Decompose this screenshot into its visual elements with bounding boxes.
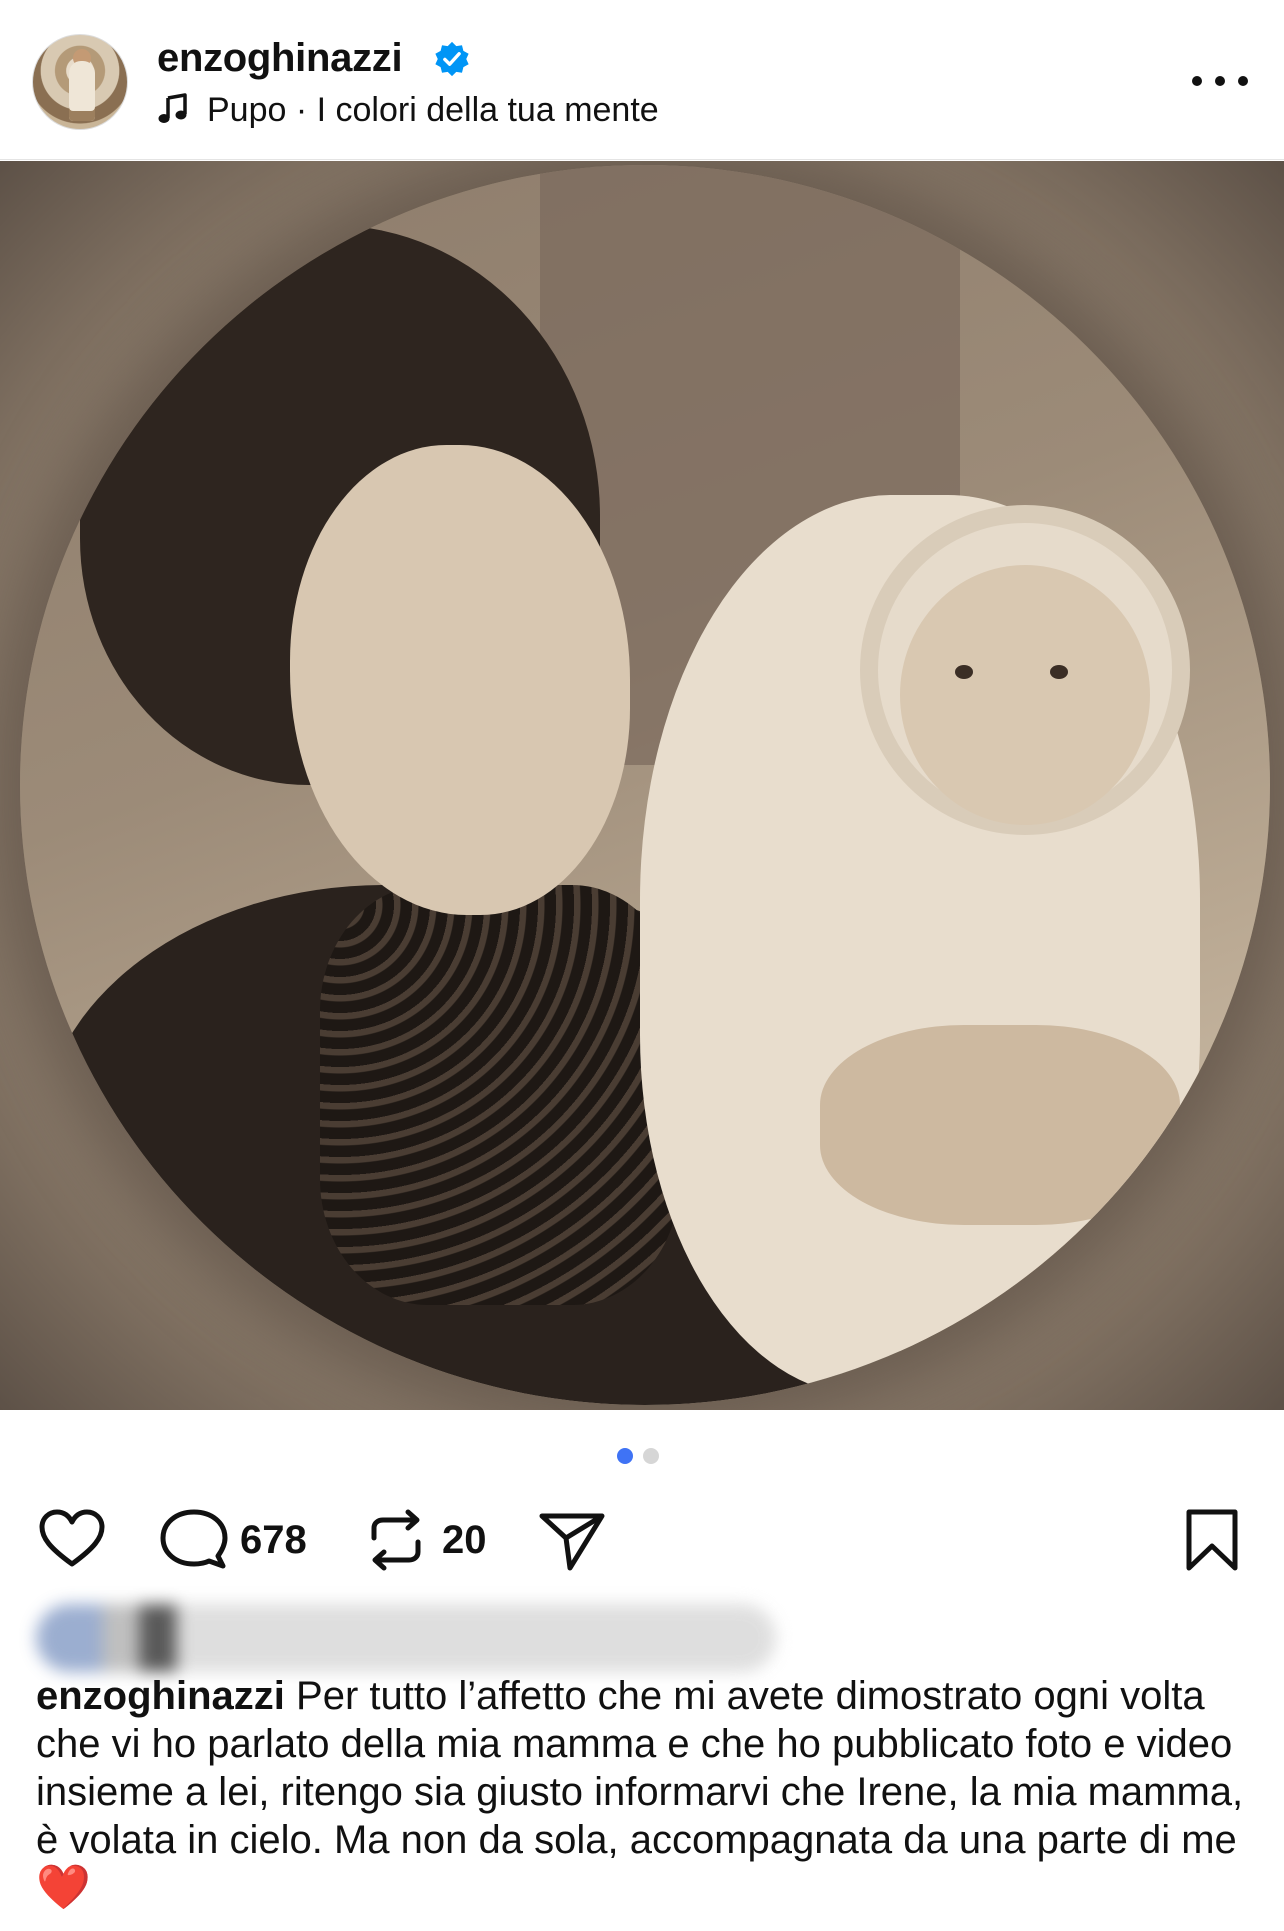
avatar-figure	[69, 61, 95, 121]
share-button[interactable]	[536, 1500, 608, 1580]
bookmark-icon	[1186, 1509, 1238, 1571]
vintage-photo-mother-and-baby	[20, 165, 1270, 1405]
liked-by-row[interactable]	[36, 1604, 776, 1674]
heart-icon	[39, 1509, 105, 1567]
photo-baby-eye	[1050, 665, 1068, 679]
share-icon	[539, 1513, 605, 1571]
photo-face	[290, 445, 630, 915]
post-caption: enzoghinazzi Per tutto l’affetto che mi …	[36, 1672, 1256, 1913]
repost-button[interactable]: 20	[360, 1500, 487, 1580]
caption-username[interactable]: enzoghinazzi	[36, 1674, 285, 1718]
repost-count: 20	[442, 1517, 487, 1562]
photo-hands	[820, 1025, 1180, 1225]
more-dot	[1192, 76, 1202, 86]
photo-baby-eye	[955, 665, 973, 679]
comment-button[interactable]: 678	[158, 1500, 307, 1580]
more-options-icon[interactable]	[1192, 66, 1248, 96]
repost-icon	[371, 1509, 421, 1571]
post-username[interactable]: enzoghinazzi	[157, 36, 403, 81]
comment-count: 678	[240, 1517, 307, 1562]
action-bar: 678 20	[0, 1500, 1284, 1580]
carousel-dot-active	[617, 1448, 633, 1464]
liked-by-blurred	[36, 1604, 776, 1672]
photo-collar	[320, 885, 680, 1305]
post-media[interactable]	[0, 161, 1284, 1410]
post-header: enzoghinazzi Pupo · I colori della tua m…	[0, 0, 1284, 160]
photo-baby-face	[900, 565, 1150, 825]
carousel-dot	[643, 1448, 659, 1464]
music-track[interactable]: Pupo · I colori della tua mente	[207, 91, 659, 130]
comment-icon	[160, 1509, 228, 1569]
verified-badge-icon	[435, 41, 469, 77]
music-note-icon	[158, 93, 187, 123]
more-dot	[1215, 76, 1225, 86]
heart-emoji: ❤️	[36, 1863, 91, 1912]
more-dot	[1238, 76, 1248, 86]
avatar[interactable]	[32, 34, 128, 130]
carousel-indicator	[617, 1448, 659, 1464]
save-button[interactable]	[1176, 1500, 1248, 1580]
like-button[interactable]	[36, 1500, 108, 1580]
